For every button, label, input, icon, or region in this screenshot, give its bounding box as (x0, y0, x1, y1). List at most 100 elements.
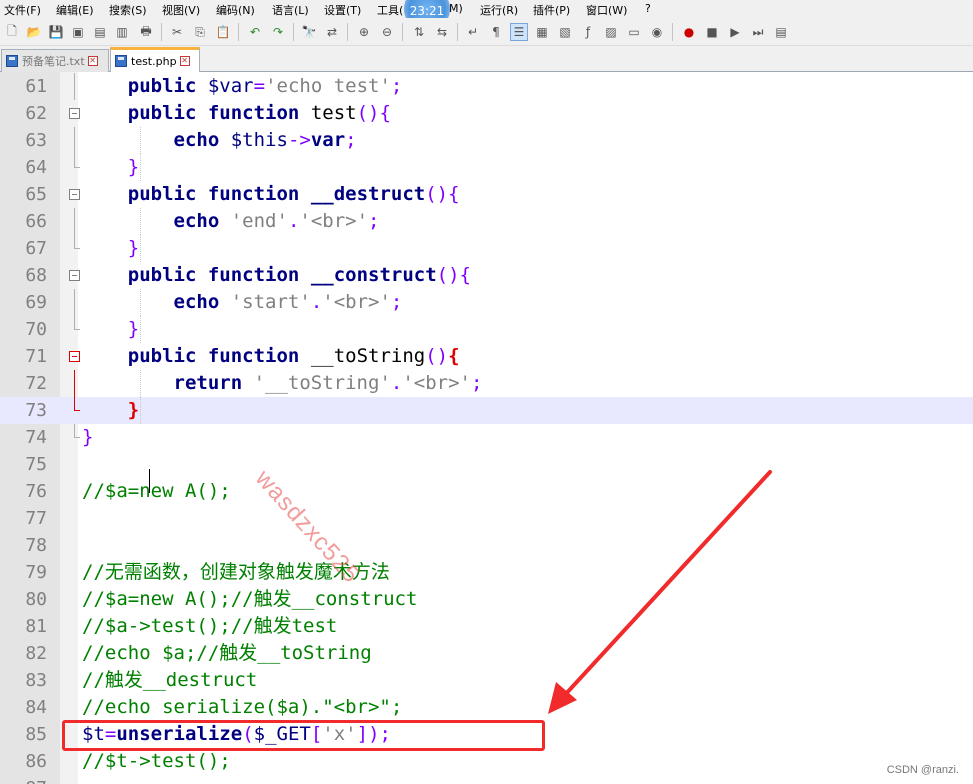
zoom-out-icon[interactable]: ⊖ (378, 23, 396, 41)
menu-search[interactable]: 搜索(S) (109, 2, 147, 18)
folder-workspace-icon[interactable]: ▨ (602, 23, 620, 41)
zoom-in-icon[interactable]: ⊕ (355, 23, 373, 41)
menu-language[interactable]: 语言(L) (272, 2, 309, 18)
menu-help[interactable]: ? (645, 2, 651, 15)
menu-tools[interactable]: 工具( (377, 2, 403, 18)
cut-icon[interactable]: ✂ (168, 23, 186, 41)
redo-icon[interactable]: ↷ (269, 23, 287, 41)
close-file-icon[interactable]: ▤ (91, 23, 109, 41)
code-line[interactable]: 77 (0, 505, 973, 532)
code-line[interactable]: 81 //$a->test();//触发test (0, 613, 973, 640)
code-token: ; (345, 129, 357, 151)
code-line[interactable]: 86 //$t->test(); (0, 748, 973, 775)
save-macro-icon[interactable]: ▤ (772, 23, 790, 41)
line-number: 74 (25, 427, 47, 448)
code-line[interactable]: 73 } (0, 397, 973, 424)
code-line[interactable]: 68 public function __construct(){ (0, 262, 973, 289)
code-line[interactable]: 78 (0, 532, 973, 559)
fold-toggle-icon[interactable] (69, 189, 80, 200)
menu-settings[interactable]: 设置(T) (324, 2, 361, 18)
code-line[interactable]: 62 public function test(){ (0, 100, 973, 127)
code-line[interactable]: 75 (0, 451, 973, 478)
new-file-icon[interactable]: 🗋 (3, 23, 21, 41)
code-line[interactable]: 67 } (0, 235, 973, 262)
menu-run[interactable]: 运行(R) (480, 2, 518, 18)
code-editor[interactable]: 61 public $var='echo test'; 62 public fun… (0, 72, 973, 784)
word-wrap-icon[interactable]: ↵ (464, 23, 482, 41)
menu-edit[interactable]: 编辑(E) (56, 2, 94, 18)
fold-toggle-icon[interactable] (69, 270, 80, 281)
menu-encoding[interactable]: 编码(N) (216, 2, 255, 18)
code-line[interactable]: 61 public $var='echo test'; (0, 73, 973, 100)
fold-line-marker (74, 370, 75, 397)
menu-view[interactable]: 视图(V) (162, 2, 200, 18)
code-line[interactable]: 70 } (0, 316, 973, 343)
close-all-icon[interactable]: ▥ (113, 23, 131, 41)
show-all-chars-icon[interactable]: ¶ (487, 23, 505, 41)
indent-guide-icon[interactable]: ☰ (510, 23, 528, 41)
function-list-icon[interactable]: ƒ (579, 23, 597, 41)
code-line[interactable]: 72 return '__toString'.'<br>'; (0, 370, 973, 397)
play-multiple-icon[interactable]: ⏭ (749, 23, 767, 41)
user-lang-icon[interactable]: ▦ (533, 23, 551, 41)
code-token: //$a=new A();//触发__construct (82, 588, 418, 610)
code-line[interactable]: 87 (0, 775, 973, 784)
record-macro-icon[interactable]: ● (680, 23, 698, 41)
fold-line-marker (74, 289, 75, 316)
tab-label: 预备笔记.txt (22, 55, 85, 68)
code-token: '<br>' (322, 291, 391, 313)
code-token: //$t->test(); (82, 750, 231, 772)
code-line[interactable]: 83 //触发__destruct (0, 667, 973, 694)
sync-vertical-icon[interactable]: ⇅ (410, 23, 428, 41)
code-line[interactable]: 71 public function __toString(){ (0, 343, 973, 370)
find-icon[interactable]: 🔭 (300, 23, 318, 41)
close-icon[interactable]: ✕ (179, 56, 190, 66)
copy-icon[interactable]: ⎘ (191, 23, 209, 41)
play-macro-icon[interactable]: ▶ (726, 23, 744, 41)
code-text: //echo serialize($a)."<br>"; (82, 694, 402, 721)
menu-file[interactable]: 文件(F) (4, 2, 41, 18)
code-line[interactable]: 79//无需函数，创建对象触发魔术方法 (0, 559, 973, 586)
line-number: 82 (25, 643, 47, 664)
tab-test-php[interactable]: test.php ✕ (110, 47, 200, 72)
menu-macro[interactable]: M) (449, 2, 463, 15)
replace-icon[interactable]: ⇄ (323, 23, 341, 41)
doc-map-icon[interactable]: ▧ (556, 23, 574, 41)
code-token: 'echo test' (265, 75, 391, 97)
code-line[interactable]: 66 echo 'end'.'<br>'; (0, 208, 973, 235)
monitor-icon[interactable]: ◉ (648, 23, 666, 41)
stop-macro-icon[interactable]: ■ (703, 23, 721, 41)
fold-toggle-icon[interactable] (69, 108, 80, 119)
close-icon[interactable]: ✕ (87, 56, 98, 66)
code-token: $var (207, 75, 254, 97)
indent-guide (140, 316, 141, 343)
code-token: 'start' (230, 291, 311, 313)
code-line[interactable]: 69 echo 'start'.'<br>'; (0, 289, 973, 316)
menu-plugins[interactable]: 插件(P) (533, 2, 570, 18)
sync-horizontal-icon[interactable]: ⇆ (433, 23, 451, 41)
code-text: public function __construct(){ (82, 262, 471, 289)
code-line[interactable]: 64 } (0, 154, 973, 181)
folder-icon[interactable]: ▭ (625, 23, 643, 41)
save-icon[interactable]: 💾 (47, 23, 65, 41)
code-line[interactable]: 65 public function __destruct(){ (0, 181, 973, 208)
line-number: 72 (25, 373, 47, 394)
code-line[interactable]: 76 //$a=new A(); (0, 478, 973, 505)
code-line[interactable]: 74} (0, 424, 973, 451)
code-line[interactable]: 63 echo $this->var; (0, 127, 973, 154)
code-text: } (82, 316, 139, 343)
save-all-icon[interactable]: ▣ (69, 23, 87, 41)
open-file-icon[interactable]: 📂 (25, 23, 43, 41)
menu-window[interactable]: 窗口(W) (586, 2, 627, 18)
paste-icon[interactable]: 📋 (214, 23, 232, 41)
fold-toggle-icon[interactable] (69, 351, 80, 362)
undo-icon[interactable]: ↶ (246, 23, 264, 41)
tab-notes[interactable]: 预备笔记.txt ✕ (1, 49, 109, 72)
code-line[interactable]: 82 //echo $a;//触发__toString (0, 640, 973, 667)
print-icon[interactable]: 🖶 (137, 23, 155, 41)
code-line[interactable]: 80 //$a=new A();//触发__construct (0, 586, 973, 613)
code-line[interactable]: 84 //echo serialize($a)."<br>"; (0, 694, 973, 721)
toolbar: 🗋 📂 💾 ▣ ▤ ▥ 🖶 ✂ ⎘ 📋 ↶ ↷ 🔭 ⇄ ⊕ ⊖ ⇅ ⇆ ↵ ¶ … (0, 18, 973, 46)
